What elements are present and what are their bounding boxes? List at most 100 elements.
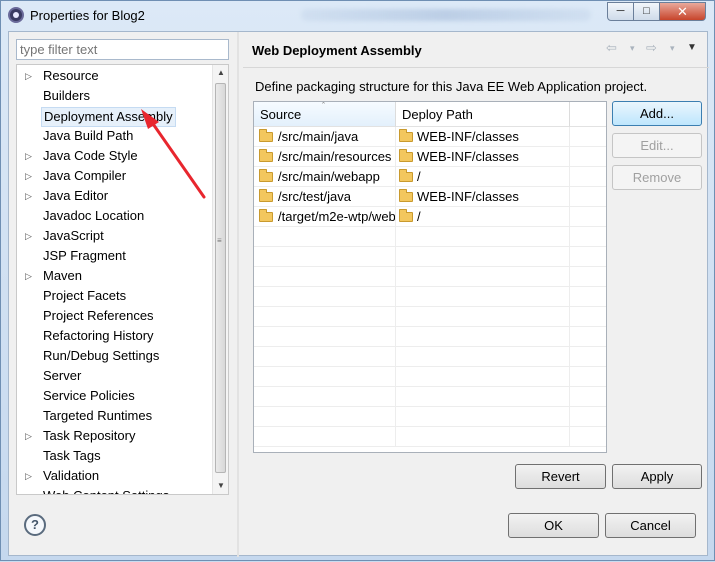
source-cell: /src/main/resources [254,147,396,167]
tree-item[interactable]: Project References [17,306,213,326]
table-row[interactable]: /target/m2e-wtp/web-resources / [254,207,606,227]
title-separator [243,67,709,68]
window-title: Properties for Blog2 [30,8,145,23]
tree-item-label: Deployment Assembly [41,107,176,127]
tree-item[interactable]: Java Build Path [17,126,213,146]
expand-arrow-icon[interactable]: ▷ [25,426,35,446]
deploy-path: / [417,209,421,224]
deploy-path-cell [396,347,570,367]
source-cell [254,247,396,267]
deploy-path-cell: WEB-INF/classes [396,127,570,147]
back-dropdown-icon[interactable]: ▾ [630,43,635,54]
ok-button[interactable]: OK [508,513,599,538]
deploy-path-cell [396,367,570,387]
expand-arrow-icon[interactable]: ▷ [25,66,35,86]
tree-item[interactable]: ▷ Java Compiler [17,166,213,186]
tree-item[interactable]: Refactoring History [17,326,213,346]
table-row[interactable]: /src/test/java WEB-INF/classes [254,187,606,207]
table-row[interactable]: /src/main/resources WEB-INF/classes [254,147,606,167]
maximize-button[interactable]: □ [633,2,660,21]
title-bar[interactable]: Properties for Blog2 ─ □ ✕ [1,1,714,29]
tree-item[interactable]: ▷ Java Editor [17,186,213,206]
scroll-up-arrow-icon[interactable]: ▲ [213,65,228,81]
expand-arrow-icon[interactable]: ▷ [25,266,35,286]
forward-dropdown-icon[interactable]: ▾ [670,43,675,54]
folder-icon [399,129,413,142]
tree-item[interactable]: Service Policies [17,386,213,406]
tree-item[interactable]: Builders [17,86,213,106]
table-row[interactable]: /src/main/java WEB-INF/classes [254,127,606,147]
apply-button[interactable]: Apply [612,464,702,489]
empty-table-row [254,227,606,247]
view-menu-icon[interactable]: ▼ [687,42,697,53]
deploy-path-cell [396,307,570,327]
title-bar-blur [301,9,591,21]
edit-button[interactable]: Edit... [612,133,702,158]
panel-divider[interactable] [237,32,239,557]
tree-item[interactable]: ▷ Validation [17,466,213,486]
tree-item[interactable]: Run/Debug Settings [17,346,213,366]
forward-arrow-icon[interactable]: ⇨ [646,40,657,56]
source-cell [254,367,396,387]
tree-item-label: Java Editor [43,188,109,203]
tree-item-label: Server [43,368,82,383]
tree-item-label: Task Repository [43,428,136,443]
table-row[interactable]: /src/main/webapp / [254,167,606,187]
tree-scrollbar[interactable]: ▲ ≡ ▼ [212,65,228,494]
filler-cell [570,167,606,187]
empty-table-row [254,407,606,427]
column-label-source: Source [260,107,302,122]
tree-item[interactable]: ▷ Resource [17,66,213,86]
minimize-button[interactable]: ─ [607,2,634,21]
source-path: /src/main/resources [278,149,392,164]
tree-item-label: Project Facets [43,288,127,303]
filler-cell [570,347,606,367]
deploy-path-cell [396,327,570,347]
filter-input[interactable] [16,39,229,60]
deploy-path-cell [396,287,570,307]
tree-item-label: Java Code Style [43,148,138,163]
tree-item[interactable]: ▷ Java Code Style [17,146,213,166]
tree-item[interactable]: ▷ Maven [17,266,213,286]
empty-table-row [254,387,606,407]
help-icon[interactable]: ? [24,514,46,536]
expand-arrow-icon[interactable]: ▷ [25,166,35,186]
expand-arrow-icon[interactable]: ▷ [25,186,35,206]
column-header-deploy-path[interactable]: Deploy Path [396,102,570,127]
expand-arrow-icon[interactable]: ▷ [25,146,35,166]
column-header-source[interactable]: Source ˆ [254,102,396,127]
close-button[interactable]: ✕ [659,2,706,21]
expand-arrow-icon[interactable]: ▷ [25,466,35,486]
deploy-path: / [417,169,421,184]
page-nav: ⇦ ▾ ⇨ ▾ ▼ [606,40,706,60]
revert-button[interactable]: Revert [515,464,606,489]
folder-icon [259,129,273,142]
tree-item[interactable]: Task Tags [17,446,213,466]
tree-item[interactable]: ▷ JavaScript [17,226,213,246]
tree-item[interactable]: Deployment Assembly [17,106,213,127]
tree-item-label: Service Policies [43,388,135,403]
cancel-button[interactable]: Cancel [605,513,696,538]
filler-cell [570,247,606,267]
source-cell: /src/main/webapp [254,167,396,187]
tree-item[interactable]: Project Facets [17,286,213,306]
back-arrow-icon[interactable]: ⇦ [606,40,617,56]
tree-item[interactable]: JSP Fragment [17,246,213,266]
tree-item[interactable]: Javadoc Location [17,206,213,226]
deploy-path: WEB-INF/classes [417,149,519,164]
expand-arrow-icon[interactable]: ▷ [25,226,35,246]
filler-cell [570,387,606,407]
sort-indicator-icon: ˆ [322,101,325,111]
tree-item[interactable]: ▷ Task Repository [17,426,213,446]
deploy-path-cell: WEB-INF/classes [396,187,570,207]
tree-item[interactable]: Server [17,366,213,386]
source-cell [254,347,396,367]
tree-item-label: Task Tags [43,448,101,463]
scroll-down-arrow-icon[interactable]: ▼ [213,478,228,494]
scroll-thumb[interactable]: ≡ [215,83,226,473]
tree-item[interactable]: Web Content Settings [17,486,213,494]
add-button[interactable]: Add... [612,101,702,126]
source-cell [254,267,396,287]
tree-item[interactable]: Targeted Runtimes [17,406,213,426]
remove-button[interactable]: Remove [612,165,702,190]
